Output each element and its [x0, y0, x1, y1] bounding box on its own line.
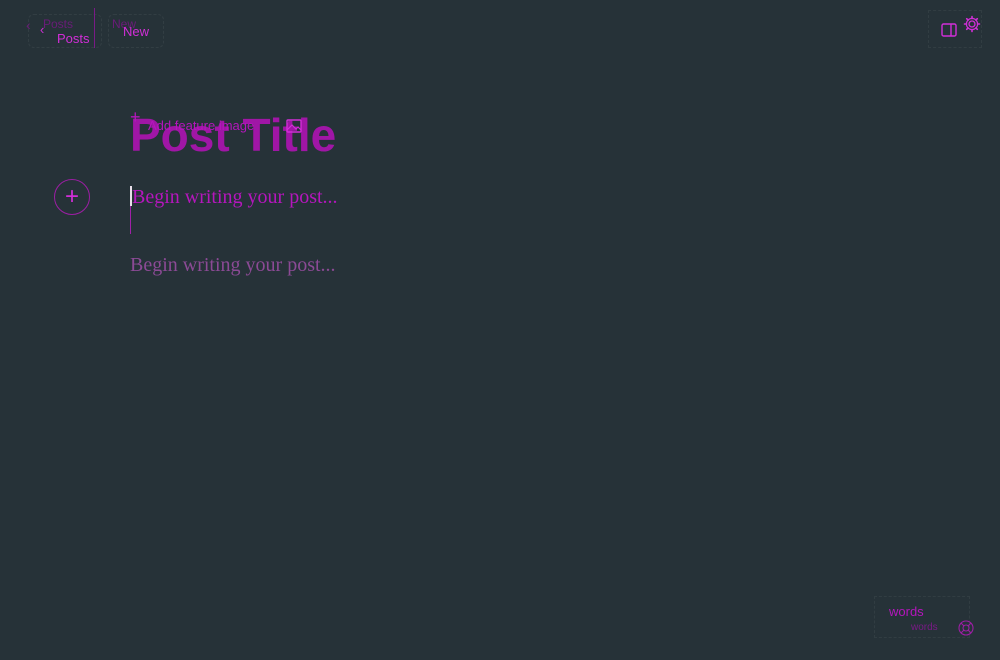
gear-icon[interactable] — [963, 15, 981, 33]
plus-icon: + — [130, 107, 141, 127]
header-divider — [94, 8, 95, 48]
editor-canvas: Post Title + Add feature image + Begin w… — [0, 80, 1000, 500]
back-ghost-label: Posts — [43, 17, 74, 31]
back-to-posts-link[interactable]: ‹ Posts ‹ Posts — [26, 14, 102, 48]
post-editor: ‹ Posts ‹ Posts New New Post Title + Add… — [0, 0, 1000, 660]
editor-header: ‹ Posts ‹ Posts New New — [0, 0, 1000, 56]
chevron-left-icon: ‹ — [40, 22, 45, 37]
editor-footer: words words — [874, 596, 974, 638]
back-label: Posts — [57, 31, 90, 46]
word-count: words — [889, 604, 924, 619]
plus-icon: + — [64, 183, 79, 210]
help-icon[interactable] — [958, 620, 974, 636]
chevron-left-ghost-icon: ‹ — [26, 17, 31, 33]
post-status: New New — [108, 14, 164, 48]
word-count-ghost: words — [911, 622, 938, 633]
body-placeholder-ghost: Begin writing your post... — [130, 254, 336, 276]
post-body-editor[interactable]: Begin writing your post... Begin writing… — [130, 184, 730, 276]
feature-image-label: Add feature image — [148, 118, 255, 133]
add-card-button[interactable]: + — [54, 179, 90, 215]
body-placeholder: Begin writing your post... — [132, 186, 338, 208]
header-actions — [928, 10, 982, 48]
image-icon — [286, 119, 302, 133]
status-label: New — [123, 24, 150, 39]
sidebar-icon[interactable] — [941, 22, 957, 38]
